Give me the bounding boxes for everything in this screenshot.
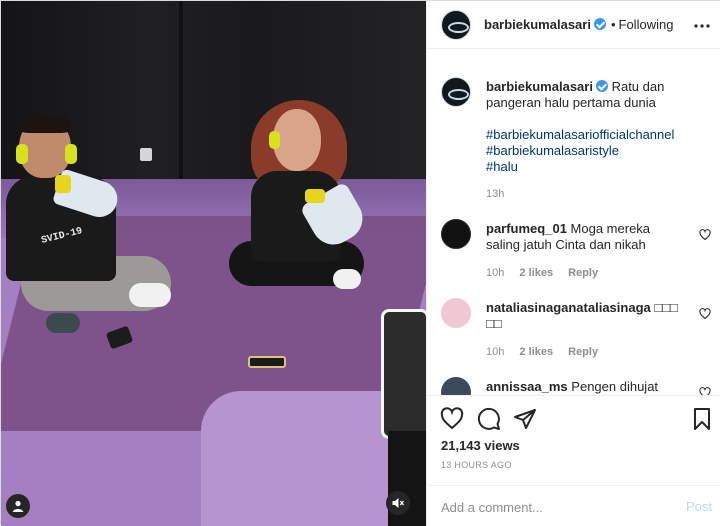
- caption-time[interactable]: 13h: [486, 188, 504, 200]
- comment-item: nataliasinaganataliasinaga □□□ □□ 10h 2 …: [441, 298, 711, 368]
- commenter-avatar[interactable]: [441, 219, 471, 249]
- author-username[interactable]: barbiekumalasari: [484, 17, 591, 32]
- hashtag-link[interactable]: #barbiekumalasaristyle: [486, 143, 681, 159]
- person-1-shoe-2: [46, 313, 80, 333]
- share-send-icon[interactable]: [513, 407, 537, 431]
- person-2-headphone: [269, 131, 280, 149]
- verified-badge-icon: [595, 80, 608, 92]
- comment-time[interactable]: 10h: [486, 267, 504, 279]
- add-comment-input[interactable]: [441, 498, 671, 516]
- post-header: barbiekumalasari • Following: [427, 1, 720, 49]
- comment-meta: 10h 2 likes Reply: [486, 346, 610, 358]
- comment-text: Pengen dihujat: [571, 379, 659, 394]
- comment-likes[interactable]: 2 likes: [519, 346, 553, 358]
- caption: barbiekumalasari Ratu dan pangeran halu …: [441, 77, 711, 207]
- comment-username[interactable]: nataliasinaganataliasinaga: [486, 300, 651, 315]
- comment-like-heart-icon[interactable]: [699, 308, 711, 320]
- hashtag-link[interactable]: #halu: [486, 159, 681, 175]
- video-wall-seam: [179, 1, 183, 186]
- caption-username[interactable]: barbiekumalasari: [486, 79, 593, 94]
- comment-item: annissaa_ms Pengen dihujat: [441, 377, 711, 395]
- author-line: barbiekumalasari • Following: [484, 17, 673, 32]
- user-icon[interactable]: [6, 494, 30, 518]
- studio-light: [381, 309, 426, 439]
- comment-username[interactable]: annissaa_ms: [486, 379, 568, 394]
- post-video[interactable]: SVID-19: [1, 1, 426, 526]
- megaphone-1-handle: [55, 175, 71, 193]
- comment-time[interactable]: 10h: [486, 346, 504, 358]
- person-2-head: [273, 109, 321, 171]
- verified-badge-icon: [593, 18, 606, 30]
- more-horizontal-icon[interactable]: [694, 15, 710, 33]
- person-1-headphone-left: [16, 144, 28, 164]
- comment-bubble-icon[interactable]: [477, 407, 501, 431]
- bookmark-icon[interactable]: [690, 407, 714, 431]
- post-side-panel: barbiekumalasari • Following barbiekumalas…: [426, 1, 720, 526]
- comment-likes[interactable]: 2 likes: [519, 267, 553, 279]
- person-1-hair: [19, 115, 71, 133]
- instagram-post-window: SVID-19 barbiekumalasari • Following bar…: [0, 0, 720, 526]
- caption-avatar[interactable]: [441, 77, 471, 107]
- comment-username[interactable]: parfumeq_01: [486, 221, 567, 236]
- floor-phone-2: [248, 356, 286, 368]
- comments-list[interactable]: barbiekumalasari Ratu dan pangeran halu …: [427, 49, 720, 395]
- comment-text-block: parfumeq_01 Moga mereka saling jatuh Cin…: [486, 221, 681, 253]
- like-heart-icon[interactable]: [440, 407, 464, 431]
- comment-meta: 10h 2 likes Reply: [486, 267, 610, 279]
- comment-like-heart-icon[interactable]: [699, 387, 711, 395]
- user-icon-glyph: [12, 500, 24, 512]
- speaker-muted-icon[interactable]: [386, 491, 410, 515]
- megaphone-2-handle: [305, 189, 325, 203]
- comment-text-block: nataliasinaganataliasinaga □□□ □□: [486, 300, 681, 332]
- speaker-muted-icon-glyph: [392, 498, 405, 508]
- post-actions: 21,143 views 13 HOURS AGO: [427, 395, 720, 485]
- person-1-shoe: [129, 283, 171, 307]
- caption-text-block: barbiekumalasari Ratu dan pangeran halu …: [486, 79, 681, 175]
- post-timestamp[interactable]: 13 HOURS AGO: [441, 460, 512, 470]
- commenter-avatar[interactable]: [441, 298, 471, 328]
- comment-text-block: annissaa_ms Pengen dihujat: [486, 379, 681, 395]
- person-1-headphone-right: [65, 144, 77, 164]
- reply-button[interactable]: Reply: [568, 346, 598, 358]
- hashtag-link[interactable]: #barbiekumalasariofficialchannel: [486, 127, 681, 143]
- following-button[interactable]: Following: [619, 17, 674, 32]
- more-horizontal-icon-glyph: [694, 24, 710, 28]
- follow-separator: •: [610, 17, 616, 32]
- reply-button[interactable]: Reply: [568, 267, 598, 279]
- post-comment-button[interactable]: Post: [686, 499, 712, 514]
- comment-item: parfumeq_01 Moga mereka saling jatuh Cin…: [441, 219, 711, 289]
- caption-meta: 13h: [486, 188, 516, 200]
- view-count[interactable]: 21,143 views: [441, 438, 520, 453]
- commenter-avatar[interactable]: [441, 377, 471, 395]
- comment-like-heart-icon[interactable]: [699, 229, 711, 241]
- author-avatar[interactable]: [441, 10, 471, 40]
- add-comment-bar: Post: [427, 485, 720, 526]
- person-2-shoe: [333, 269, 361, 289]
- video-wall-outlet: [140, 148, 152, 161]
